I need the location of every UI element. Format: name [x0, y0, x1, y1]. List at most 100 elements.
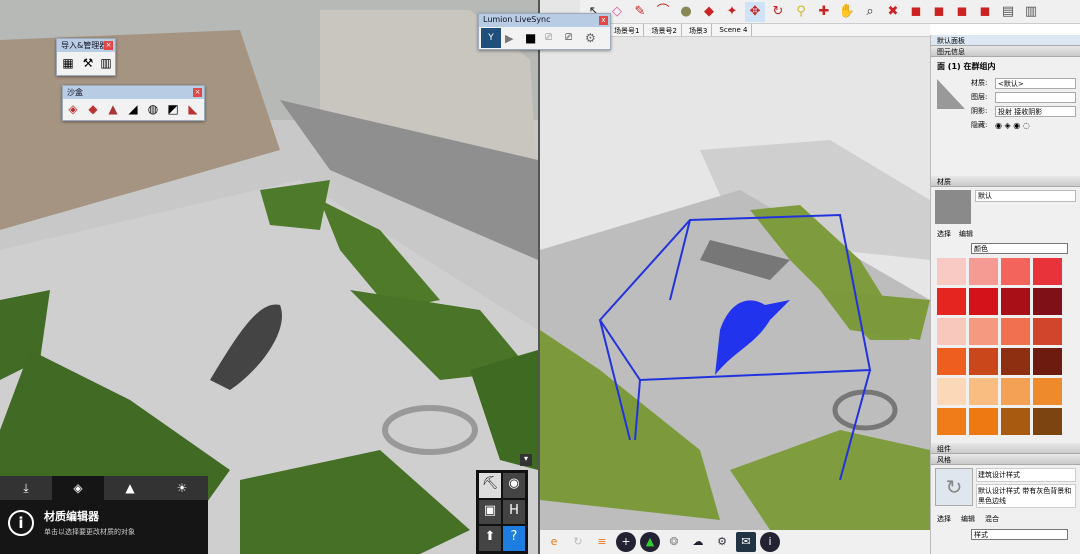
materials-header[interactable]: 材质 [931, 176, 1080, 187]
refresh-icon[interactable]: ↻ [568, 532, 588, 552]
material-tab-select[interactable]: 选择 [937, 229, 951, 239]
walk-icon[interactable]: ⚒ [79, 54, 97, 72]
layers-icon[interactable]: ≡ [592, 532, 612, 552]
style-tab-select[interactable]: 选择 [937, 514, 951, 524]
shadow-select[interactable]: 投射 接收阴影 [995, 105, 1076, 117]
add-icon[interactable]: + [616, 532, 636, 552]
zoom-extents-icon[interactable]: ✖ [883, 2, 903, 22]
material-tab-edit[interactable]: 编辑 [959, 229, 973, 239]
color-swatch[interactable] [1001, 288, 1030, 315]
camera-sync-icon[interactable]: ⎚ [545, 33, 561, 43]
material-select[interactable]: <默认> [995, 77, 1076, 89]
color-swatch[interactable] [1001, 408, 1030, 435]
help-button[interactable]: ? [503, 526, 525, 551]
style-tab-mix[interactable]: 混合 [985, 514, 999, 524]
drape-icon[interactable]: ◍ [144, 100, 162, 118]
pan-icon[interactable]: ✋ [837, 2, 857, 22]
upload-button[interactable]: ⬆ [479, 526, 501, 551]
styles-header[interactable]: 风格 [931, 454, 1080, 465]
sketchup-viewport[interactable] [540, 0, 930, 554]
rotate-icon[interactable]: ↻ [768, 2, 788, 22]
toggle-icons[interactable]: ◉ ◈ ◉ ◌ [995, 121, 1030, 130]
move-icon[interactable]: ✥ [745, 1, 765, 22]
camera-export-icon[interactable]: ⎚ [565, 33, 581, 43]
color-swatch[interactable] [937, 258, 966, 285]
follow-me-icon[interactable]: ✦ [722, 2, 742, 22]
color-swatch[interactable] [1033, 318, 1062, 345]
style-icon[interactable]: ▤ [998, 2, 1018, 22]
close-button[interactable]: x [599, 16, 608, 25]
color-swatch[interactable] [937, 288, 966, 315]
color-swatch[interactable] [1033, 288, 1062, 315]
tape-icon[interactable]: ⚲ [791, 2, 811, 22]
door-icon[interactable]: ▥ [97, 54, 115, 72]
grid-icon[interactable]: ▦ [59, 54, 77, 72]
scene-tab[interactable]: 场景号1 [610, 24, 645, 36]
arc-icon[interactable]: ⌒ [653, 2, 673, 22]
settings-icon[interactable]: ⚙ [712, 532, 732, 552]
ruler-button[interactable]: H [503, 499, 525, 525]
weather-tab[interactable]: ⤓ [0, 476, 52, 500]
sphere-icon[interactable]: ❂ [664, 532, 684, 552]
paint-bucket-icon[interactable]: ● [676, 2, 696, 22]
scene-tab[interactable]: 场景3 [685, 24, 713, 36]
layer-icon[interactable]: ◼ [975, 2, 995, 22]
sandbox-from-contours-icon[interactable]: ◈ [64, 100, 82, 118]
scene-tab[interactable]: Scene 4 [715, 24, 753, 36]
color-swatch[interactable] [1001, 318, 1030, 345]
color-swatch[interactable] [969, 288, 998, 315]
stop-icon[interactable]: ■ [525, 31, 541, 45]
layer-input[interactable] [995, 91, 1076, 103]
color-swatch[interactable] [1033, 378, 1062, 405]
color-swatch[interactable] [969, 378, 998, 405]
landscape-tab[interactable]: ▲ [104, 476, 156, 500]
component-icon[interactable]: ◼ [906, 2, 926, 22]
color-swatch[interactable] [1033, 348, 1062, 375]
material-library-select[interactable]: 颜色 [971, 243, 1068, 254]
settings-icon[interactable]: ⚙ [585, 31, 601, 45]
color-swatch[interactable] [937, 348, 966, 375]
scene-tab[interactable]: 场景号2 [647, 24, 682, 36]
tree-icon[interactable]: ▲ [640, 532, 660, 552]
color-swatch[interactable] [969, 408, 998, 435]
entity-info-header[interactable]: 图元信息 [931, 46, 1080, 57]
material-name-input[interactable]: 默认 [975, 190, 1076, 202]
color-swatch[interactable] [937, 408, 966, 435]
warehouse-icon[interactable]: ◼ [929, 2, 949, 22]
components-header[interactable]: 组件 [931, 443, 1080, 454]
color-swatch[interactable] [1033, 258, 1062, 285]
color-swatch[interactable] [1001, 348, 1030, 375]
color-swatch[interactable] [1001, 378, 1030, 405]
push-pull-icon[interactable]: ◆ [699, 2, 719, 22]
play-icon[interactable]: ▶ [505, 32, 521, 45]
zoom-icon[interactable]: ⌕ [860, 2, 880, 22]
style-tab-edit[interactable]: 编辑 [961, 514, 975, 524]
save-button[interactable]: ▣ [479, 499, 501, 525]
materials-tab[interactable]: ◈ [52, 476, 104, 500]
color-swatch[interactable] [969, 258, 998, 285]
color-swatch[interactable] [1033, 408, 1062, 435]
arrow-icon[interactable]: ▾ [520, 454, 532, 466]
color-swatch[interactable] [937, 318, 966, 345]
extension-icon[interactable]: ◼ [952, 2, 972, 22]
sun-tab[interactable]: ☀ [156, 476, 208, 500]
smoove-icon[interactable]: ▲ [104, 100, 122, 118]
more-icon[interactable]: ▥ [1021, 2, 1041, 22]
walk-mode-button[interactable]: ⛏ [479, 473, 501, 498]
info-icon[interactable]: i [760, 532, 780, 552]
style-name[interactable]: 建筑设计样式 [976, 468, 1076, 482]
livesync-logo-icon[interactable]: Y [481, 28, 501, 48]
pencil-icon[interactable]: ✎ [630, 2, 650, 22]
flip-edge-icon[interactable]: ◣ [184, 100, 202, 118]
sandbox-from-scratch-icon[interactable]: ◆ [84, 100, 102, 118]
orbit-icon[interactable]: ✚ [814, 2, 834, 22]
style-library-select[interactable]: 样式 [971, 529, 1068, 540]
lumion-viewport[interactable]: 导入&管理器 × ▦ ⚒ ▥ 沙盒 × ◈ ◆ ▲ ◢ ◍ ◩ ◣ ⤓ ◈ ▲ ☀ i 材质编辑器 … [0, 0, 538, 554]
color-swatch[interactable] [937, 378, 966, 405]
color-swatch[interactable] [969, 348, 998, 375]
close-button[interactable]: × [104, 41, 113, 50]
enscape-icon[interactable]: e [544, 532, 564, 552]
add-detail-icon[interactable]: ◩ [164, 100, 182, 118]
stamp-icon[interactable]: ◢ [124, 100, 142, 118]
color-swatch[interactable] [1001, 258, 1030, 285]
